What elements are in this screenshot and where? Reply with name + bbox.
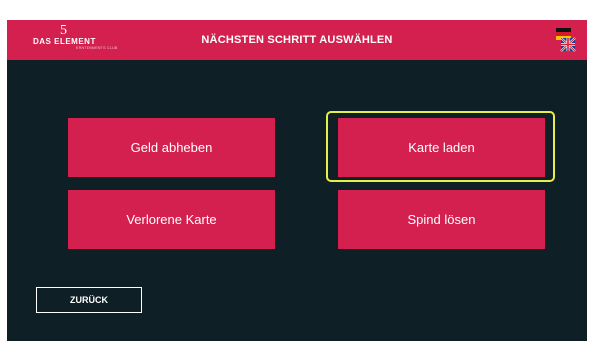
page-title: NÄCHSTEN SCHRITT AUSWÄHLEN: [201, 34, 393, 46]
release-locker-button[interactable]: Spind lösen: [338, 190, 545, 249]
kiosk-screen: 5 DAS ELEMENT ERNTEBMENTS CLUB NÄCHSTEN …: [7, 20, 587, 341]
back-button[interactable]: ZURÜCK: [36, 287, 142, 313]
withdraw-money-button[interactable]: Geld abheben: [68, 118, 275, 177]
language-flag-icon[interactable]: [554, 26, 576, 53]
load-card-button[interactable]: Karte laden: [338, 118, 545, 177]
header-bar: 5 DAS ELEMENT ERNTEBMENTS CLUB NÄCHSTEN …: [7, 20, 587, 60]
lost-card-button[interactable]: Verlorene Karte: [68, 190, 275, 249]
